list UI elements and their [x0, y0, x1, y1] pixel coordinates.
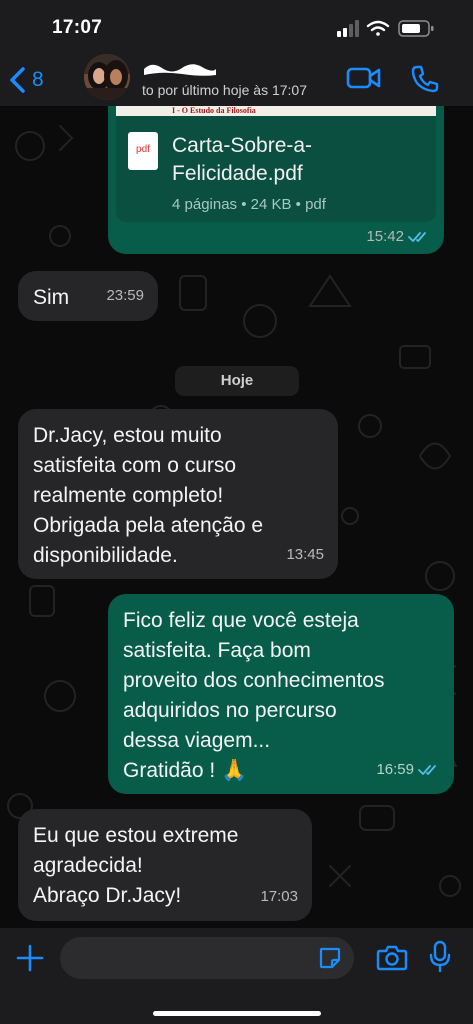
document-name: Carta-Sobre-a-Felicidade.pdf [172, 134, 313, 185]
status-icons [337, 20, 434, 37]
message-meta: 15:42 [366, 228, 430, 245]
message-input-bar [0, 928, 473, 1024]
contact-avatar[interactable] [84, 54, 130, 100]
pdf-icon-label: pdf [136, 144, 150, 155]
home-indicator [153, 1011, 321, 1016]
avatar-photo [84, 54, 130, 100]
message-time: 17:03 [260, 888, 298, 905]
message-meta: 17:03 [260, 882, 298, 912]
chat-header: 8 to por último hoje às 17:07 [0, 54, 473, 106]
status-bar: 17:07 [0, 0, 473, 56]
message-time: 15:42 [366, 228, 404, 245]
message-bubble-incoming[interactable]: Sim 23:59 [18, 271, 158, 321]
last-seen-status: to por último hoje às 17:07 [142, 82, 307, 98]
contact-name-redacted[interactable] [142, 60, 218, 78]
chevron-left-icon [10, 67, 25, 93]
document-preview-heading: I - O Estudo da Filosofia [172, 106, 256, 115]
pdf-file-icon: pdf [128, 132, 158, 170]
unread-count: 8 [32, 68, 44, 91]
camera-icon[interactable] [376, 943, 408, 971]
message-meta: 23:59 [106, 281, 144, 311]
message-bubble-incoming[interactable]: Eu que estou extreme agradecida! Abraço … [18, 809, 312, 921]
microphone-icon[interactable] [428, 940, 452, 974]
message-meta: 13:45 [286, 540, 324, 570]
read-ticks-icon [408, 231, 426, 242]
document-preview: I - O Estudo da Filosofia [116, 106, 436, 116]
read-ticks-icon [418, 765, 436, 775]
message-input[interactable] [60, 937, 354, 979]
video-camera-icon[interactable] [346, 64, 382, 92]
battery-icon [398, 20, 434, 37]
message-time: 16:59 [376, 761, 414, 778]
message-text: Dr.Jacy, estou muito satisfeita com o cu… [33, 424, 264, 567]
document-card[interactable]: pdf Carta-Sobre-a-Felicidade.pdf 4 págin… [116, 116, 436, 222]
phone-icon[interactable] [410, 64, 440, 94]
status-time: 17:07 [52, 17, 103, 38]
date-divider: Hoje [175, 366, 299, 396]
message-meta: 16:59 [376, 755, 440, 785]
document-details: 4 páginas • 24 KB • pdf [172, 196, 326, 213]
message-bubble-outgoing[interactable]: Fico feliz que você esteja satisfeita. F… [108, 594, 454, 794]
message-time: 13:45 [286, 546, 324, 563]
message-text: Eu que estou extreme agradecida! Abraço … [33, 824, 239, 907]
plus-icon[interactable] [16, 944, 44, 972]
cellular-signal-icon [337, 20, 359, 37]
wifi-icon [366, 20, 390, 36]
message-time: 23:59 [106, 287, 144, 304]
document-message[interactable]: I - O Estudo da Filosofia pdf Carta-Sobr… [108, 106, 444, 254]
sticker-icon[interactable] [318, 946, 342, 970]
back-button[interactable]: 8 [8, 60, 66, 100]
message-bubble-incoming[interactable]: Dr.Jacy, estou muito satisfeita com o cu… [18, 409, 338, 579]
chat-area[interactable]: I - O Estudo da Filosofia pdf Carta-Sobr… [0, 106, 473, 928]
